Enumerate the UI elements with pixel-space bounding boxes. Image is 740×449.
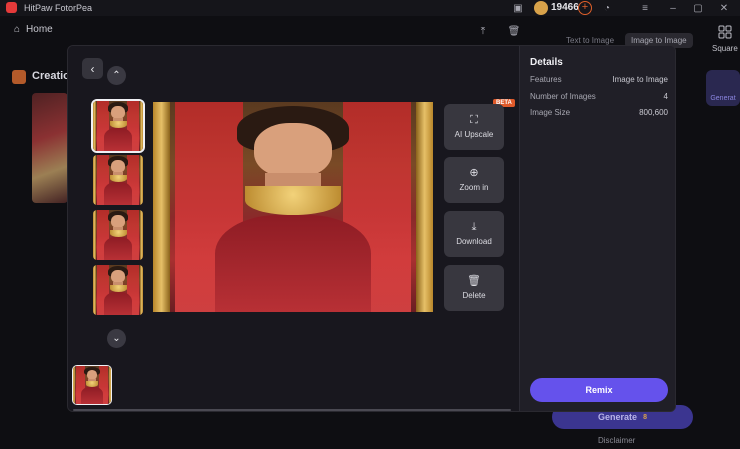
selected-batch-thumbnail[interactable] xyxy=(72,365,112,405)
expand-icon: ⛶ xyxy=(470,114,478,126)
trash-icon[interactable]: 🗑 xyxy=(507,24,521,38)
thumbnail-4[interactable] xyxy=(93,265,143,315)
creation-icon xyxy=(12,70,26,84)
ai-upscale-button[interactable]: ⛶ AI Upscale xyxy=(444,104,504,150)
detail-label: Image Size xyxy=(530,108,571,117)
back-button[interactable]: ‹ xyxy=(82,58,103,79)
avatar-icon[interactable]: ◔ xyxy=(600,1,614,15)
details-panel: Details Features Image to Image Number o… xyxy=(519,46,675,411)
delete-button[interactable]: 🗑 Delete xyxy=(444,265,504,311)
menu-icon[interactable]: ≡ xyxy=(638,1,652,15)
image-preview-modal: ‹ ⌃ ⌄ BETA ⛶ AI Upscale ⊕ Zoom in ⤓ Down… xyxy=(67,45,676,412)
detail-row-features: Features Image to Image xyxy=(530,75,668,84)
portrait-image xyxy=(93,265,143,315)
detail-row-number-of-images: Number of Images 4 xyxy=(530,92,668,101)
grid-icon xyxy=(718,25,732,39)
detail-label: Features xyxy=(530,75,562,84)
download-button[interactable]: ⤓ Download xyxy=(444,211,504,257)
delete-label: Delete xyxy=(462,291,486,300)
thumbnail-2[interactable] xyxy=(93,155,143,205)
title-bar: HitPaw FotorPea ▣ 19466 + ◔ ≡ – ▢ ✕ xyxy=(0,0,740,16)
maximize-icon[interactable]: ▢ xyxy=(691,1,705,15)
app-logo-icon xyxy=(6,2,17,13)
detail-label: Number of Images xyxy=(530,92,596,101)
upload-icon[interactable]: ⤒ xyxy=(476,24,490,38)
square-label[interactable]: Square xyxy=(712,44,738,53)
home-label: Home xyxy=(26,24,53,35)
ai-upscale-label: AI Upscale xyxy=(454,130,494,139)
details-title: Details xyxy=(530,57,563,68)
download-icon: ⤓ xyxy=(471,221,477,233)
detail-value: 4 xyxy=(663,92,668,101)
scroll-down-button[interactable]: ⌄ xyxy=(107,329,126,348)
home-nav[interactable]: ⌂ Home xyxy=(14,24,53,35)
portrait-image xyxy=(93,210,143,260)
main-preview-image xyxy=(153,102,433,312)
disclaimer-link[interactable]: Disclaimer xyxy=(598,436,635,445)
app-name: HitPaw FotorPea xyxy=(24,3,93,13)
zoom-in-button[interactable]: ⊕ Zoom in xyxy=(444,157,504,203)
portrait-image xyxy=(93,101,143,151)
generate-cost: 8 xyxy=(643,413,647,421)
side-generate-button[interactable]: Generat xyxy=(706,70,740,106)
background-thumbnail[interactable] xyxy=(32,93,68,203)
trash-icon: 🗑 xyxy=(467,275,481,287)
gift-icon[interactable]: ▣ xyxy=(511,1,525,15)
thumbnail-1[interactable] xyxy=(91,99,145,153)
zoom-in-label: Zoom in xyxy=(459,183,489,192)
preview-area: ‹ ⌃ ⌄ BETA ⛶ AI Upscale ⊕ Zoom in ⤓ Down… xyxy=(68,46,519,411)
portrait-image xyxy=(153,102,433,312)
remix-button[interactable]: Remix xyxy=(530,378,668,402)
home-icon: ⌂ xyxy=(14,24,21,35)
download-label: Download xyxy=(456,237,492,246)
creation-title: Creatio xyxy=(32,70,70,82)
minimize-icon[interactable]: – xyxy=(666,1,680,15)
portrait-image xyxy=(73,366,111,404)
detail-row-image-size: Image Size 800,600 xyxy=(530,108,668,117)
zoom-in-icon: ⊕ xyxy=(469,167,479,179)
detail-value: 800,600 xyxy=(639,108,668,117)
coin-icon xyxy=(534,1,548,15)
scroll-up-button[interactable]: ⌃ xyxy=(107,66,126,85)
generate-label: Generate xyxy=(598,412,638,422)
horizontal-scrollbar[interactable] xyxy=(73,409,511,411)
credits-count: 19466 xyxy=(551,2,579,13)
detail-value: Image to Image xyxy=(612,75,668,84)
remix-label: Remix xyxy=(585,385,613,395)
close-icon[interactable]: ✕ xyxy=(717,1,731,15)
thumbnail-3[interactable] xyxy=(93,210,143,260)
add-credits-button[interactable]: + xyxy=(578,1,592,15)
portrait-image xyxy=(93,155,143,205)
